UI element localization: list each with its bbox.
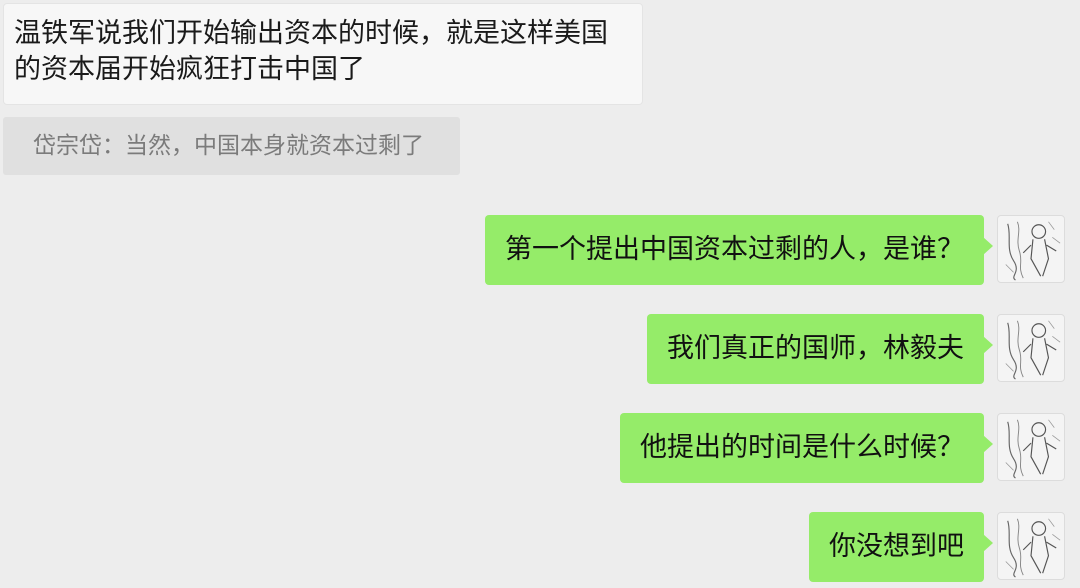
sent-message-bubble[interactable]: 第一个提出中国资本过剩的人，是谁？: [485, 215, 993, 285]
sent-message-row: 他提出的时间是什么时候？: [620, 413, 1080, 483]
sketch-figure-avatar-icon: [1005, 221, 1061, 281]
sent-message-bubble[interactable]: 他提出的时间是什么时候？: [620, 413, 993, 483]
sent-message-bubble[interactable]: 你没想到吧: [809, 512, 993, 582]
sketch-figure-avatar-icon: [1005, 320, 1061, 380]
incoming-message-bubble[interactable]: 温铁军说我们开始输出资本的时候，就是这样美国 的资本届开始疯狂打击中国了: [3, 3, 643, 105]
quoted-reply[interactable]: 岱宗岱：当然，中国本身就资本过剩了: [3, 117, 460, 175]
avatar[interactable]: [997, 215, 1065, 283]
avatar[interactable]: [997, 512, 1065, 580]
sent-message-bubble[interactable]: 我们真正的国师，林毅夫: [647, 314, 993, 384]
avatar[interactable]: [997, 413, 1065, 481]
sent-message-row: 我们真正的国师，林毅夫: [647, 314, 1080, 384]
avatar[interactable]: [997, 314, 1065, 382]
sketch-figure-avatar-icon: [1005, 419, 1061, 479]
sent-message-row: 第一个提出中国资本过剩的人，是谁？: [485, 215, 1080, 285]
sent-message-row: 你没想到吧: [809, 512, 1080, 582]
incoming-message-line1: 温铁军说我们开始输出资本的时候，就是这样美国: [14, 18, 608, 49]
sketch-figure-avatar-icon: [1005, 518, 1061, 578]
incoming-message-line2: 的资本届开始疯狂打击中国了: [14, 54, 365, 85]
